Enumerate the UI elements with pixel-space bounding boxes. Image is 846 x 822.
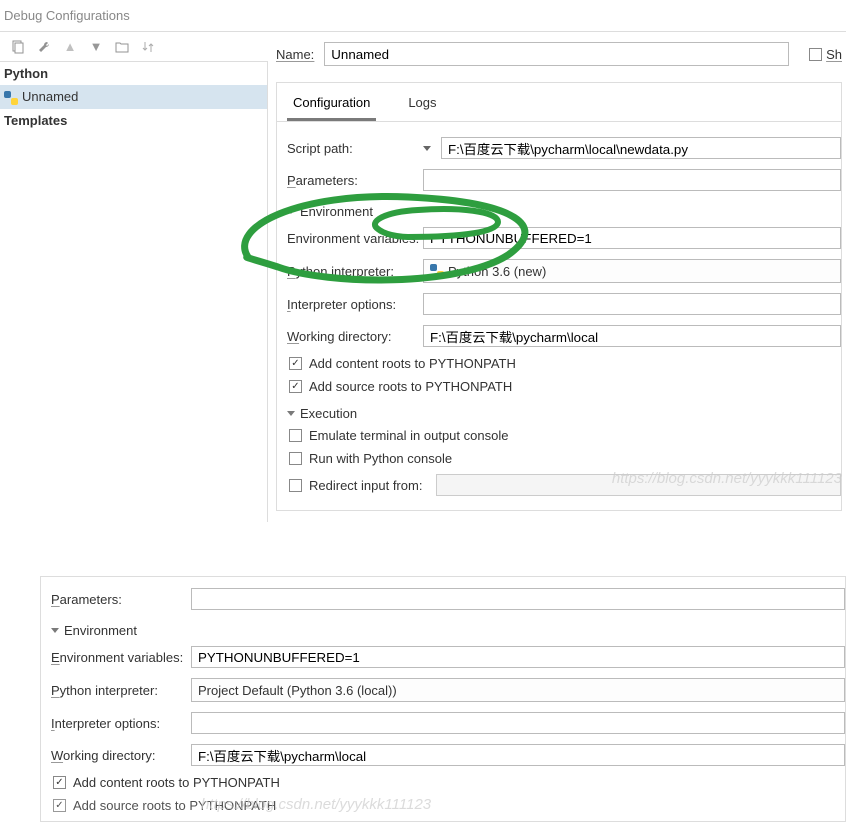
environment-section[interactable]: Environment <box>287 196 841 222</box>
down-arrow-icon[interactable]: ▼ <box>88 39 104 55</box>
up-arrow-icon[interactable]: ▲ <box>62 39 78 55</box>
env-vars-input[interactable] <box>423 227 841 249</box>
tab-configuration[interactable]: Configuration <box>287 91 376 121</box>
lower-interp-options-label: Interpreter options: <box>51 716 191 731</box>
execution-section[interactable]: Execution <box>287 398 841 424</box>
working-dir-input[interactable] <box>423 325 841 347</box>
add-source-roots-checkbox[interactable]: ✓ <box>289 380 302 393</box>
wrench-icon[interactable] <box>36 39 52 55</box>
tab-logs[interactable]: Logs <box>402 91 442 121</box>
run-python-console-checkbox[interactable] <box>289 452 302 465</box>
name-label: Name: <box>276 47 314 62</box>
redirect-input-checkbox[interactable] <box>289 479 302 492</box>
lower-source-roots-checkbox[interactable]: ✓ <box>53 799 66 812</box>
script-path-dropdown-icon[interactable] <box>423 146 431 151</box>
tree-templates[interactable]: Templates <box>0 109 267 132</box>
triangle-down-icon <box>287 209 295 214</box>
lower-parameters-input[interactable] <box>191 588 845 610</box>
interp-options-label: Interpreter options: <box>287 297 423 312</box>
redirect-input-label: Redirect input from: <box>309 478 429 493</box>
copy-icon[interactable] <box>10 39 26 55</box>
python-interp-dropdown[interactable]: Python 3.6 (new) <box>423 259 841 283</box>
lower-env-vars-label: Environment variables: <box>51 650 191 665</box>
script-path-label: Script path: <box>287 141 423 156</box>
python-icon <box>4 91 18 105</box>
parameters-input[interactable] <box>423 169 841 191</box>
tree-item-unnamed[interactable]: Unnamed <box>0 85 267 109</box>
python-interp-label: Python interpreter: <box>287 264 423 279</box>
emulate-terminal-label: Emulate terminal in output console <box>309 428 508 443</box>
tree-python-root[interactable]: Python <box>0 62 267 85</box>
lower-interp-options-input[interactable] <box>191 712 845 734</box>
lower-working-dir-input[interactable] <box>191 744 845 766</box>
interp-options-input[interactable] <box>423 293 841 315</box>
lower-parameters-label: Parameters: <box>51 592 191 607</box>
lower-working-dir-label: Working directory: <box>51 748 191 763</box>
triangle-down-icon <box>51 628 59 633</box>
lower-panel: Parameters: Environment Environment vari… <box>40 576 846 822</box>
share-label: Sh <box>826 47 842 62</box>
add-content-roots-checkbox[interactable]: ✓ <box>289 357 302 370</box>
lower-source-roots-label: Add source roots to PYTHONPATH <box>73 798 276 813</box>
working-dir-label: Working directory: <box>287 329 423 344</box>
python-icon <box>430 264 444 278</box>
lower-env-vars-input[interactable] <box>191 646 845 668</box>
lower-content-roots-checkbox[interactable]: ✓ <box>53 776 66 789</box>
env-vars-label: Environment variables: <box>287 231 423 246</box>
triangle-down-icon <box>287 411 295 416</box>
toolbar: ▲ ▼ <box>0 32 268 62</box>
tree-item-label: Unnamed <box>22 89 78 104</box>
lower-content-roots-label: Add content roots to PYTHONPATH <box>73 775 280 790</box>
folder-icon[interactable] <box>114 39 130 55</box>
sort-icon[interactable] <box>140 39 156 55</box>
lower-python-interp-label: Python interpreter: <box>51 683 191 698</box>
script-path-input[interactable] <box>441 137 841 159</box>
lower-env-section[interactable]: Environment <box>51 615 845 641</box>
window-title: Debug Configurations <box>0 0 846 31</box>
name-input[interactable] <box>324 42 789 66</box>
parameters-label: Parameters: <box>287 173 423 188</box>
add-content-roots-label: Add content roots to PYTHONPATH <box>309 356 516 371</box>
lower-python-interp-dropdown[interactable]: Project Default (Python 3.6 (local)) <box>191 678 845 702</box>
config-tree: Python Unnamed Templates <box>0 62 268 522</box>
share-checkbox[interactable] <box>809 48 822 61</box>
run-python-console-label: Run with Python console <box>309 451 452 466</box>
emulate-terminal-checkbox[interactable] <box>289 429 302 442</box>
redirect-input-field[interactable] <box>436 474 841 496</box>
add-source-roots-label: Add source roots to PYTHONPATH <box>309 379 512 394</box>
